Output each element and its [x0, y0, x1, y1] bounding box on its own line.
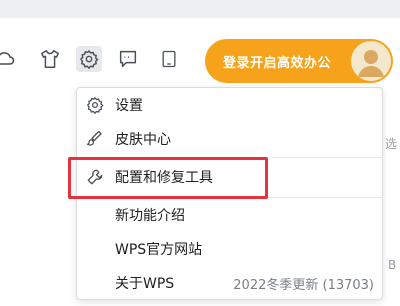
brush-icon — [85, 129, 105, 149]
tablet-icon[interactable] — [156, 46, 182, 72]
menu-item-repair-tool[interactable]: 配置和修复工具 — [77, 160, 382, 194]
menu-item-settings[interactable]: 设置 — [77, 88, 382, 122]
menu-item-label: 皮肤中心 — [115, 132, 171, 148]
login-label: 登录开启高效办公 — [223, 55, 332, 71]
menu-item-label: 关于WPS — [115, 276, 175, 292]
menu-item-label: 设置 — [115, 98, 143, 114]
message-icon[interactable] — [115, 46, 141, 72]
menu-item-new-features[interactable]: 新功能介绍 — [77, 198, 382, 232]
right-hint-xuan: 选 — [385, 137, 398, 151]
cloud-icon[interactable] — [0, 46, 18, 72]
right-hint-b: B — [388, 258, 397, 272]
top-strip — [0, 0, 400, 18]
menu-item-label: WPS官方网站 — [115, 242, 203, 258]
wrench-icon — [85, 167, 105, 187]
settings-dropdown-menu: 设置 皮肤中心 配置和修复工具 新功能介绍 WPS官方网站 关于WPS 2022… — [76, 87, 383, 300]
login-button[interactable]: 登录开启高效办公 — [205, 39, 393, 83]
avatar[interactable] — [351, 41, 391, 81]
menu-item-label: 配置和修复工具 — [115, 170, 213, 186]
menu-item-skin-center[interactable]: 皮肤中心 — [77, 122, 382, 156]
menu-divider — [77, 157, 382, 158]
shirt-icon[interactable] — [37, 46, 63, 72]
version-text: 2022冬季更新 (13703) — [233, 277, 374, 293]
gear-icon — [85, 95, 105, 115]
menu-item-label: 新功能介绍 — [115, 208, 185, 224]
menu-item-about[interactable]: 关于WPS 2022冬季更新 (13703) — [77, 266, 382, 300]
menu-item-official-site[interactable]: WPS官方网站 — [77, 232, 382, 266]
gear-icon[interactable] — [76, 46, 102, 72]
